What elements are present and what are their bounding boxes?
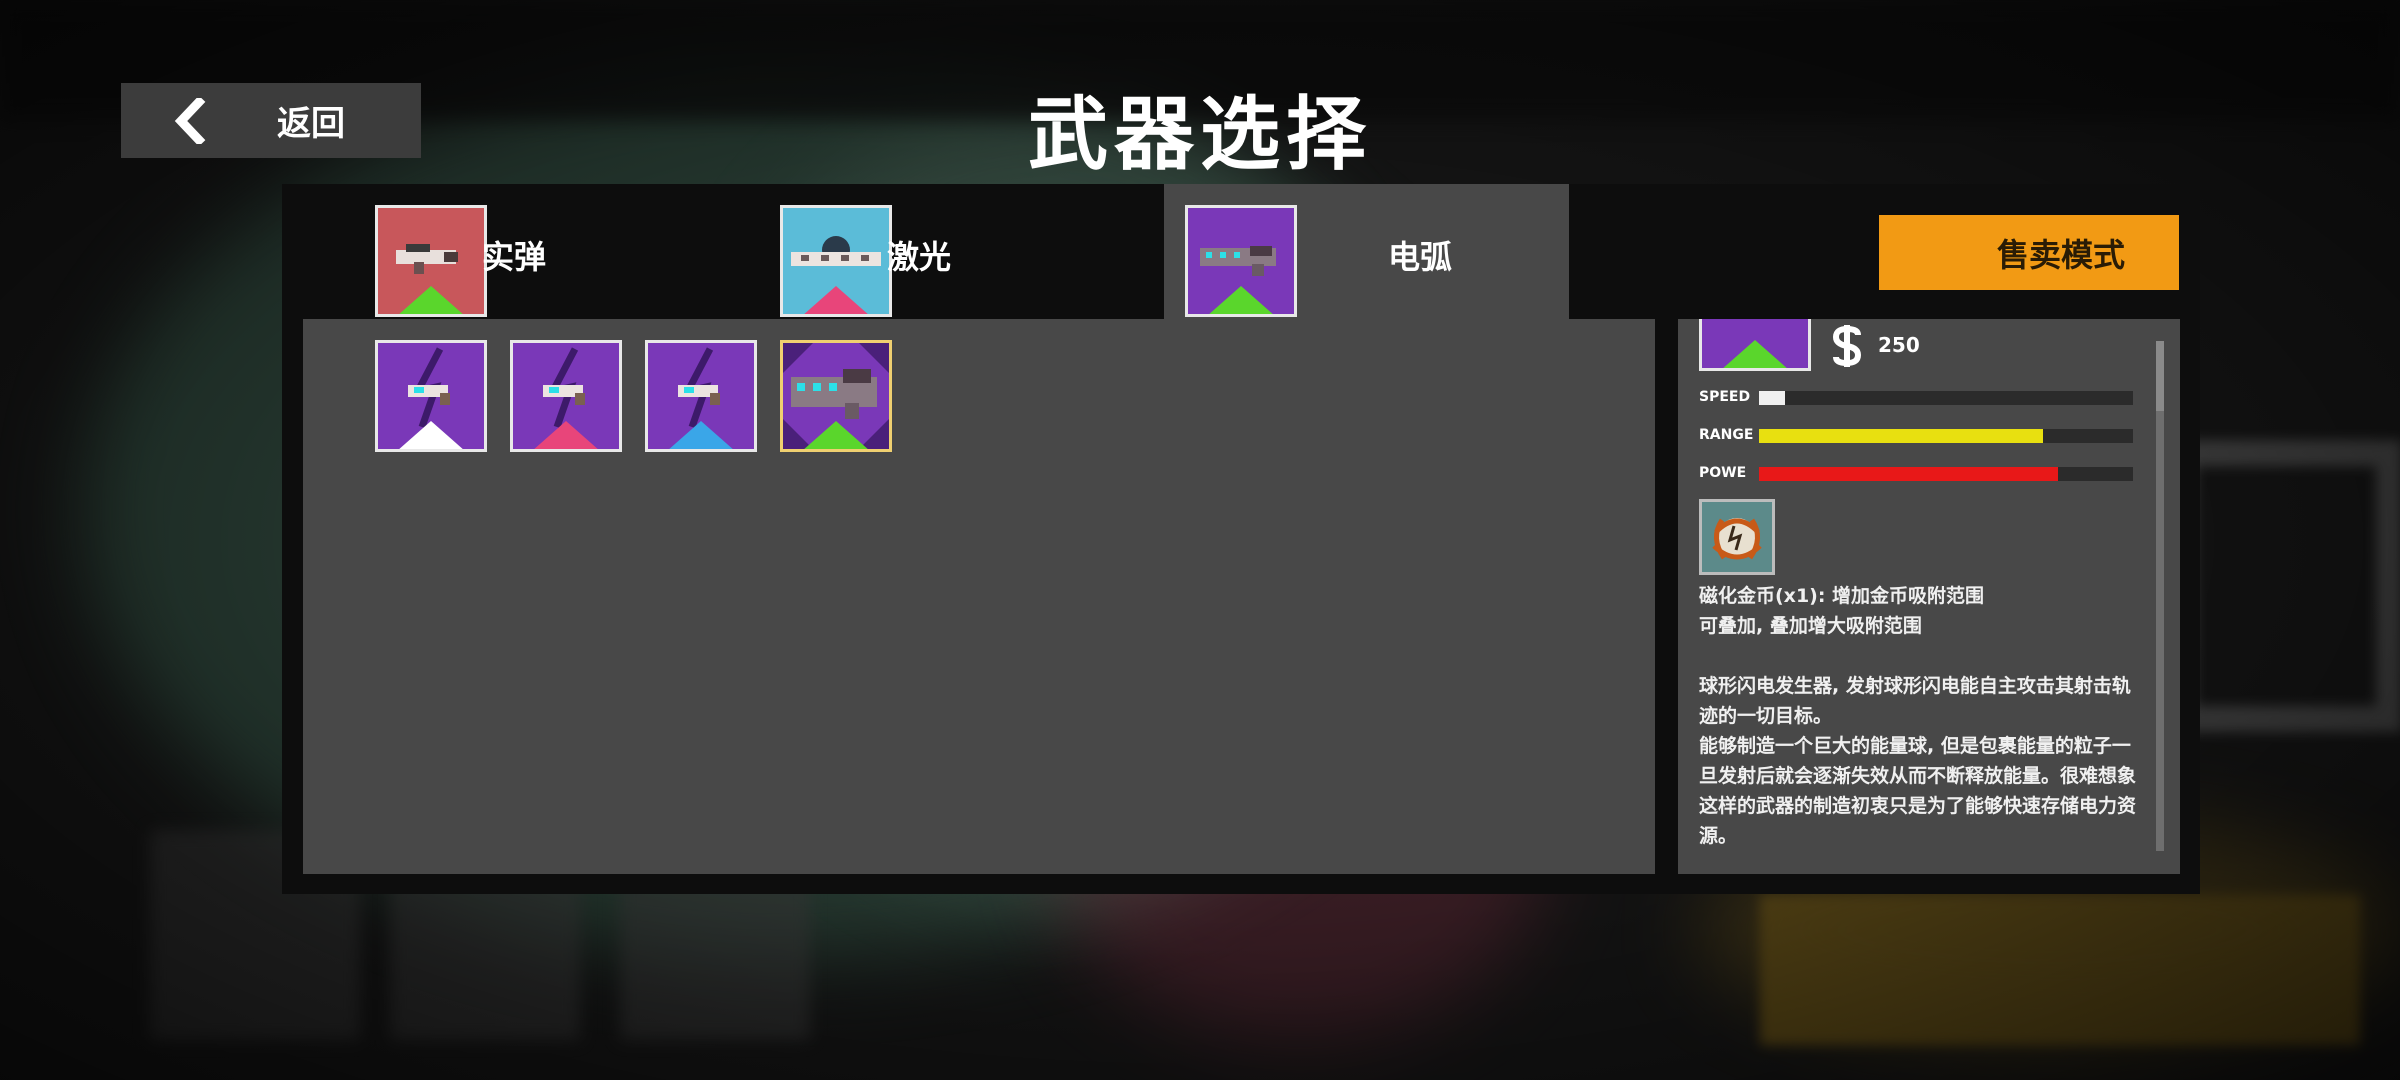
- tab-laser[interactable]: 激光: [687, 184, 1092, 319]
- kinetic-weapon-icon: [375, 205, 487, 317]
- magnet-coin-icon[interactable]: [1699, 499, 1775, 575]
- perk-line-1: 磁化金币(x1): 增加金币吸附范围: [1699, 585, 1985, 607]
- tab-label-kinetic: 实弹: [482, 238, 547, 276]
- weapon-slot-4-selected[interactable]: [780, 340, 892, 452]
- weapon-slot-2[interactable]: [510, 340, 622, 452]
- desc-paragraph-2: 能够制造一个巨大的能量球, 但是包裹能量的粒子一旦发射后就会逐渐失效从而不断释放…: [1699, 735, 2137, 847]
- speed-bar: [1759, 391, 2133, 405]
- detail-scrollbar[interactable]: [2156, 341, 2164, 851]
- laser-weapon-icon: [780, 205, 892, 317]
- perk-line-2: 可叠加, 叠加增大吸附范围: [1699, 615, 1922, 637]
- tab-label-laser: 激光: [887, 238, 952, 276]
- range-bar: [1759, 429, 2133, 443]
- dollar-icon: [1830, 325, 1864, 371]
- stat-label-range: RANGE: [1699, 427, 1754, 443]
- detail-scrollbar-thumb[interactable]: [2156, 341, 2164, 411]
- weapon-description: 磁化金币(x1): 增加金币吸附范围 可叠加, 叠加增大吸附范围 球形闪电发生器…: [1699, 581, 2147, 851]
- weapon-slot-1[interactable]: [375, 340, 487, 452]
- arc-weapon-icon: [1185, 205, 1297, 317]
- weapon-panel: 实弹 激光 电弧 售卖模式 250 SPEED RANGE POWE 磁化金币(…: [282, 184, 2200, 894]
- sell-mode-button[interactable]: 售卖模式: [1879, 215, 2179, 290]
- tab-kinetic[interactable]: 实弹: [282, 184, 687, 319]
- tab-label-arc: 电弧: [1388, 238, 1453, 276]
- power-bar-fill: [1759, 467, 2059, 481]
- sell-mode-label: 售卖模式: [1996, 235, 2125, 274]
- power-bar: [1759, 467, 2133, 481]
- weapon-grid: [303, 319, 1655, 874]
- stat-label-power: POWE: [1699, 465, 1747, 481]
- stat-label-speed: SPEED: [1699, 389, 1751, 405]
- detail-weapon-icon: [1699, 319, 1811, 371]
- range-bar-fill: [1759, 429, 2044, 443]
- price-value: 250: [1878, 333, 1920, 357]
- tab-arc[interactable]: 电弧: [1164, 184, 1569, 319]
- weapon-detail-panel: 250 SPEED RANGE POWE 磁化金币(x1): 增加金币吸附范围 …: [1678, 319, 2180, 874]
- page-title: 武器选择: [1028, 88, 1372, 181]
- desc-paragraph-1: 球形闪电发生器, 发射球形闪电能自主攻击其射击轨迹的一切目标。: [1699, 675, 2131, 727]
- weapon-slot-3[interactable]: [645, 340, 757, 452]
- speed-bar-fill: [1759, 391, 1786, 405]
